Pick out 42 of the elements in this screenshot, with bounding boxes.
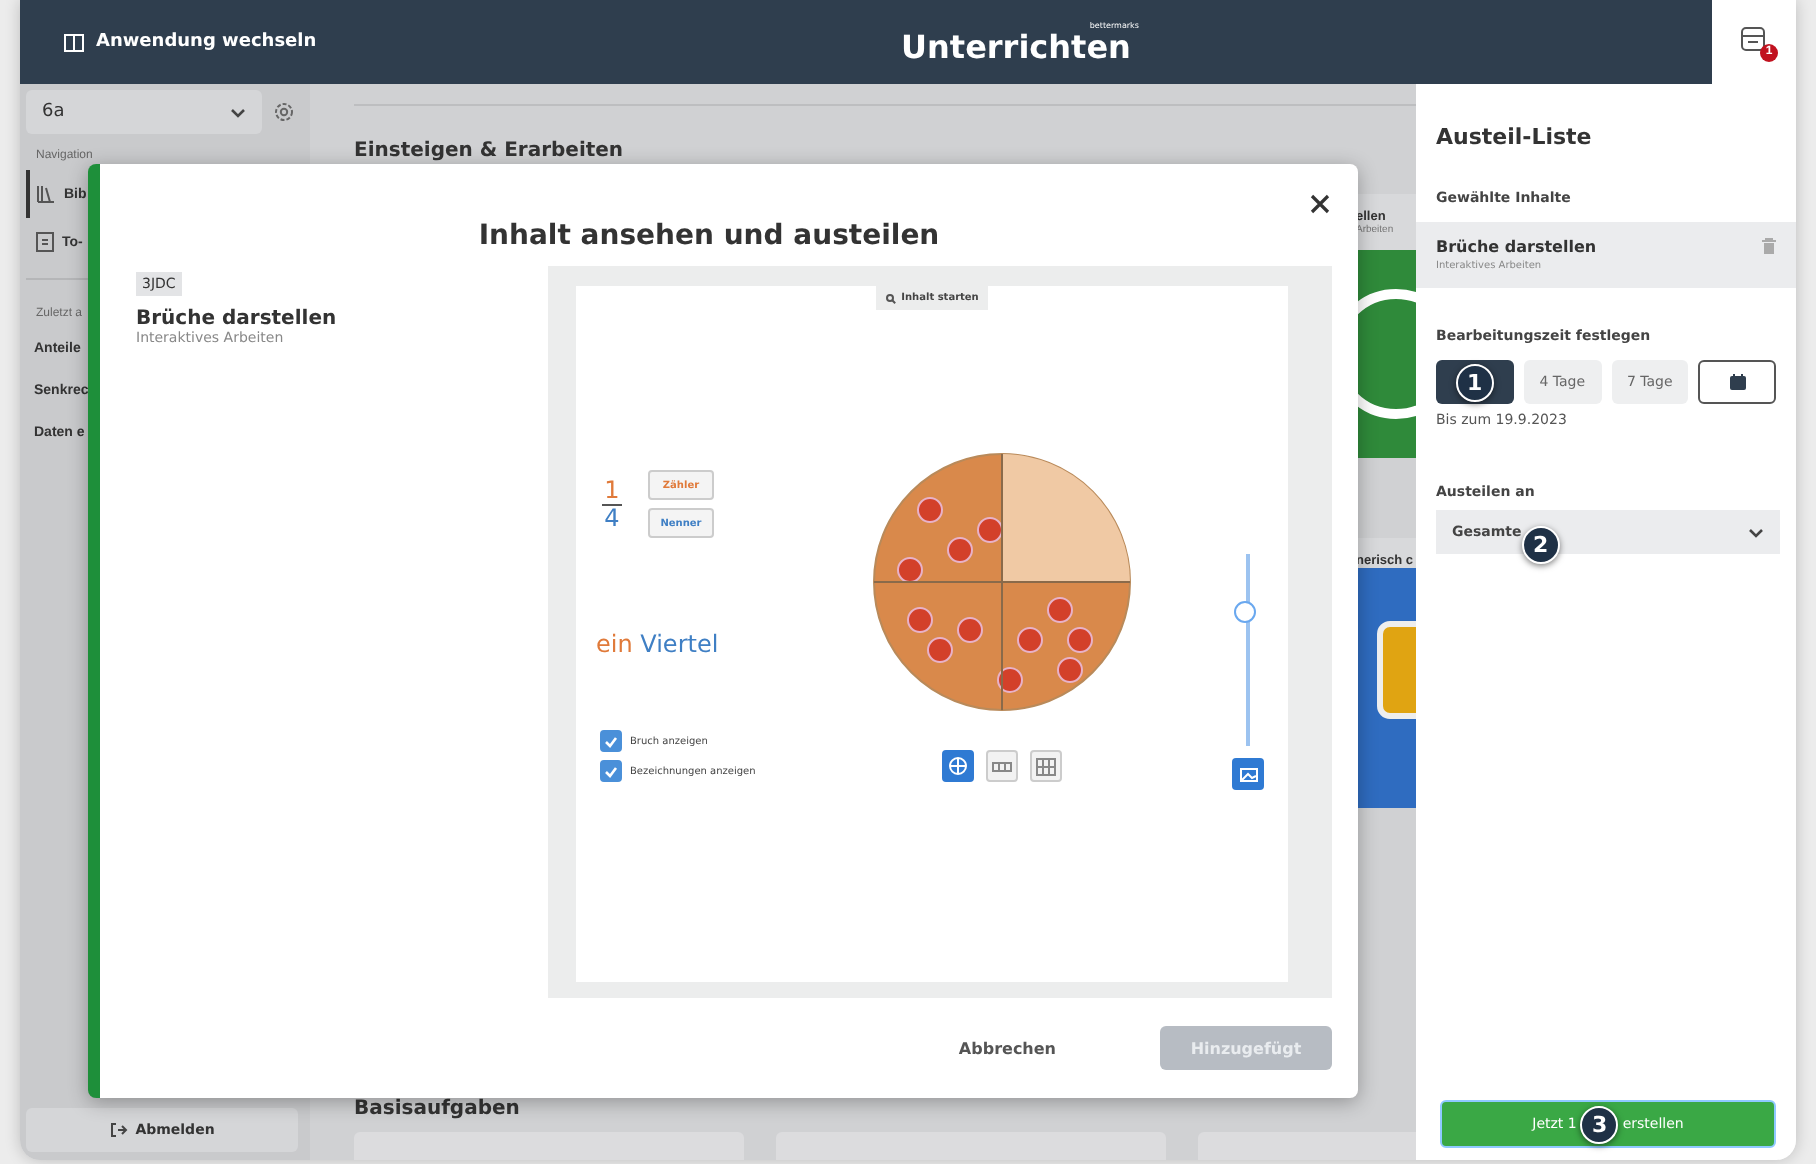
calendar-icon (1729, 374, 1746, 390)
panel-title: Austeil-Liste (1434, 124, 1594, 150)
close-button[interactable] (1306, 190, 1334, 218)
content-title: Brüche darstellen (136, 308, 339, 330)
bar-icon (992, 761, 1012, 771)
image-button[interactable] (1232, 758, 1264, 790)
grid-icon (1036, 757, 1056, 775)
books-icon (36, 184, 56, 204)
numerator: 1 (604, 477, 620, 503)
logo-title: Unterrichten (901, 29, 1131, 65)
checkbox[interactable] (600, 730, 622, 752)
dialog-title: Inhalt ansehen und austeilen (478, 220, 940, 252)
cancel-button[interactable]: Abbrechen (946, 1037, 1068, 1059)
chosen-title: Brüche darstellen (1436, 238, 1597, 256)
denominator: 4 (604, 505, 620, 531)
columns-icon (64, 33, 84, 51)
step-marker: 1 (1455, 363, 1494, 401)
checkmark-icon (604, 765, 618, 777)
search-icon (885, 293, 896, 303)
step-marker: 3 (1580, 1105, 1619, 1143)
checkbox[interactable] (600, 760, 622, 782)
settings-icon[interactable] (274, 102, 294, 122)
view-mode-button[interactable] (986, 750, 1018, 782)
class-select[interactable]: 6a (26, 90, 262, 134)
section-title: Einsteigen & Erarbeiten (354, 140, 626, 162)
fraction-words: ein Viertel (596, 630, 721, 658)
chevron-down-icon (230, 107, 246, 117)
pie-icon (948, 756, 968, 776)
view-mode-button[interactable] (942, 750, 974, 782)
switch-app-button[interactable]: Anwendung wechseln (60, 28, 321, 56)
step-marker: 2 (1521, 525, 1560, 563)
section-title: Basisaufgaben (354, 1098, 522, 1120)
view-mode-button[interactable] (1030, 750, 1062, 782)
slider-thumb[interactable] (1234, 600, 1256, 623)
trash-icon[interactable] (1762, 238, 1776, 254)
chevron-down-icon (1748, 527, 1764, 537)
checkmark-icon (604, 735, 618, 747)
logout-icon (109, 1122, 128, 1138)
calendar-button[interactable] (1698, 360, 1777, 404)
image-icon (1239, 767, 1257, 781)
list-icon (36, 232, 54, 252)
duration-button[interactable]: 1 (1436, 360, 1514, 404)
